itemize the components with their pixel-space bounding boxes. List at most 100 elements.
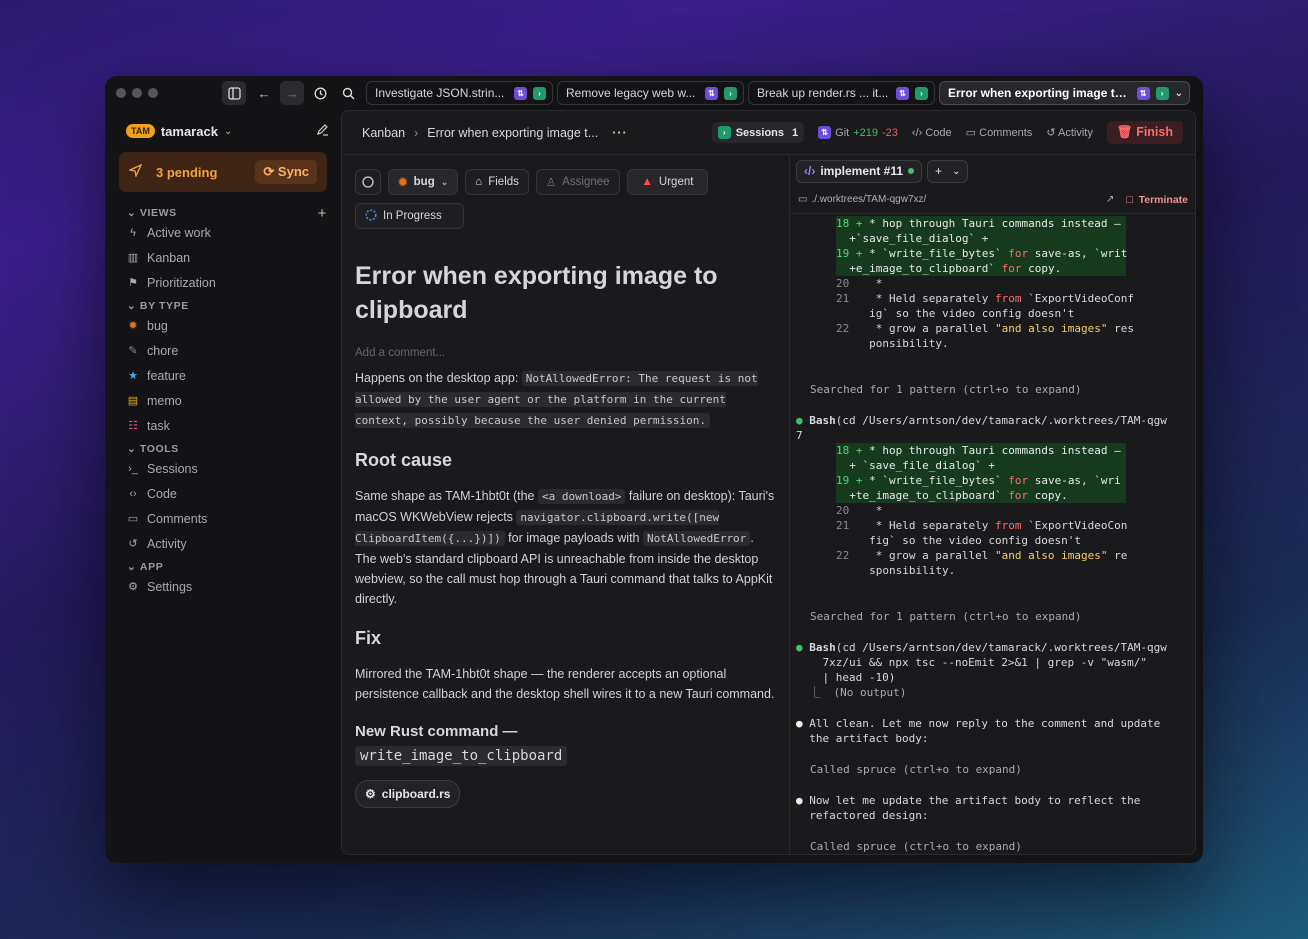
sidebar-item-task[interactable]: ☷ task — [119, 413, 327, 438]
compose-icon[interactable] — [316, 123, 329, 139]
workspace-name: tamarack — [160, 123, 218, 139]
sidebar-item-settings[interactable]: ⚙ Settings — [119, 574, 327, 599]
wrench-icon: ✎ — [128, 345, 138, 357]
sessions-button[interactable]: › Sessions 1 — [711, 122, 805, 143]
warning-icon: ▲ — [641, 176, 653, 188]
forward-arrow-icon[interactable]: → — [280, 81, 304, 105]
sync-button[interactable]: ⟳ Sync — [255, 160, 317, 184]
comments-button[interactable]: ▭ Comments — [966, 126, 1033, 139]
plus-icon: + — [935, 164, 943, 178]
code-icon: ‹› — [129, 487, 137, 500]
sidebar-item-prioritization[interactable]: ⚑ Prioritization — [119, 270, 327, 295]
git-icon: ⇅ — [514, 86, 527, 100]
by-type-heading[interactable]: ⌄ BY TYPE — [119, 299, 327, 313]
priority-button[interactable]: ▲ Urgent — [626, 169, 709, 195]
heading-root-cause: Root cause — [355, 450, 453, 470]
session-tab-active[interactable]: Error when exporting image to... ⇅ › ⌄ — [939, 81, 1190, 105]
comment-icon: ▭ — [965, 127, 977, 139]
status-dropdown[interactable]: In Progress — [355, 203, 464, 229]
trash-icon: 🗑 — [1116, 125, 1133, 139]
views-heading[interactable]: ⌄ VIEWS + — [119, 205, 327, 222]
code-icon: ‹/› — [911, 126, 923, 139]
zoom-window-button[interactable] — [148, 88, 158, 98]
sidebar-item-comments[interactable]: ▭ Comments — [119, 506, 327, 531]
terminal-icon: › — [1155, 86, 1169, 100]
assignee-button[interactable]: ♙ Assignee — [535, 169, 620, 195]
git-icon: ⇅ — [705, 86, 718, 100]
sidebar-item-kanban[interactable]: ▥ Kanban — [119, 245, 327, 270]
breadcrumb-kanban[interactable]: Kanban — [362, 126, 405, 140]
search-icon[interactable] — [336, 81, 360, 105]
chevron-down-icon: ⌄ — [952, 165, 961, 177]
open-external-icon[interactable]: ↗ — [1106, 194, 1114, 205]
chevron-down-icon: ⌄ — [440, 176, 449, 187]
session-tabs: Investigate JSON.strin... ⇅ › Remove leg… — [366, 81, 1190, 105]
issue-header: Kanban › Error when exporting image t...… — [342, 111, 1195, 155]
status-toggle-icon[interactable] — [355, 169, 381, 195]
close-window-button[interactable] — [116, 88, 126, 98]
user-icon: ♙ — [545, 177, 557, 189]
lightning-icon: ϟ — [130, 226, 136, 239]
git-button[interactable]: ⇅ Git +219 -23 — [818, 126, 898, 139]
rust-icon: ⚙ — [365, 787, 376, 801]
session-tab-implement[interactable]: ‹/› implement #11 — [796, 159, 923, 183]
add-view-icon[interactable]: + — [318, 205, 327, 222]
session-tab[interactable]: Remove legacy web w... ⇅ › — [557, 81, 744, 105]
history-icon: ↺ — [1046, 127, 1056, 139]
tools-heading[interactable]: ⌄ TOOLS — [119, 442, 327, 456]
minimize-window-button[interactable] — [132, 88, 142, 98]
issue-title[interactable]: Error when exporting image to clipboard — [355, 259, 776, 327]
sidebar-item-code[interactable]: ‹› Code — [119, 481, 327, 506]
refresh-icon: ⟳ — [263, 164, 275, 179]
workspace-switcher[interactable]: TAM tamarack ⌄ — [119, 110, 329, 152]
comment-icon: ▭ — [127, 513, 139, 525]
sidebar: TAM tamarack ⌄ 3 pending ⟳ Sync ⌄ VIEWS … — [105, 110, 341, 863]
kanban-icon: ▥ — [127, 252, 139, 264]
finish-button[interactable]: 🗑 Finish — [1106, 121, 1183, 144]
sessions-count: 1 — [792, 126, 799, 139]
flag-icon: ⚑ — [128, 277, 138, 289]
git-deletions: -23 — [882, 126, 898, 139]
sidebar-toggle-icon[interactable] — [222, 81, 246, 105]
terminate-button[interactable]: □ Terminate — [1126, 194, 1188, 206]
star-icon: ★ — [128, 370, 138, 382]
task-icon: ☷ — [128, 420, 138, 432]
session-tab[interactable]: Break up render.rs ... it... ⇅ › — [748, 81, 935, 105]
issue-body: ✹ bug ⌄ ⌂ Fields ♙ Assignee ▲ Urgent In … — [342, 155, 789, 854]
sidebar-item-bug[interactable]: ✹ bug — [119, 313, 327, 338]
window-controls[interactable] — [116, 88, 158, 98]
terminal-icon: › — [533, 86, 546, 100]
history-clock-icon[interactable] — [308, 81, 332, 105]
sidebar-item-memo[interactable]: ▤ memo — [119, 388, 327, 413]
back-arrow-icon[interactable]: ← — [252, 81, 276, 105]
terminal-icon: › — [915, 86, 928, 100]
code-button[interactable]: ‹/› Code — [912, 127, 952, 139]
chevron-down-icon[interactable]: ⌄ — [1175, 88, 1183, 99]
sidebar-item-feature[interactable]: ★ feature — [119, 363, 327, 388]
app-heading[interactable]: ⌄ APP — [119, 560, 327, 574]
progress-icon — [365, 208, 377, 224]
chevron-down-icon: ⌄ — [223, 125, 233, 137]
type-dropdown[interactable]: ✹ bug ⌄ — [388, 169, 459, 195]
sidebar-item-sessions[interactable]: ›_ Sessions — [119, 456, 327, 481]
pending-sync-banner: 3 pending ⟳ Sync — [119, 152, 327, 192]
activity-button[interactable]: ↺ Activity — [1046, 126, 1093, 139]
sidebar-item-activity[interactable]: ↺ Activity — [119, 531, 327, 556]
fields-button[interactable]: ⌂ Fields — [465, 169, 529, 195]
bug-icon: ✹ — [128, 320, 138, 332]
terminal-icon: › — [717, 126, 731, 139]
worktree-path-bar: ▭ ./.worktrees/TAM-qgw7xz/ ↗ □ Terminate — [790, 186, 1195, 214]
title-bar: ← → Investigate JSON.strin... ⇅ › Remove… — [105, 76, 1203, 110]
file-chip[interactable]: ⚙ clipboard.rs — [355, 780, 461, 808]
status-dot — [908, 168, 915, 174]
new-session-button[interactable]: + ⌄ — [927, 159, 969, 183]
session-tab[interactable]: Investigate JSON.strin... ⇅ › — [366, 81, 553, 105]
more-options-icon[interactable]: ··· — [612, 126, 628, 140]
gear-icon: ⚙ — [128, 581, 138, 593]
git-icon: ⇅ — [818, 126, 832, 139]
breadcrumb-current: Error when exporting image t... — [427, 125, 599, 140]
add-comment-input[interactable]: Add a comment... — [355, 347, 776, 359]
send-icon — [127, 163, 143, 180]
sidebar-item-active-work[interactable]: ϟ Active work — [119, 220, 327, 245]
sidebar-item-chore[interactable]: ✎ chore — [119, 338, 327, 363]
